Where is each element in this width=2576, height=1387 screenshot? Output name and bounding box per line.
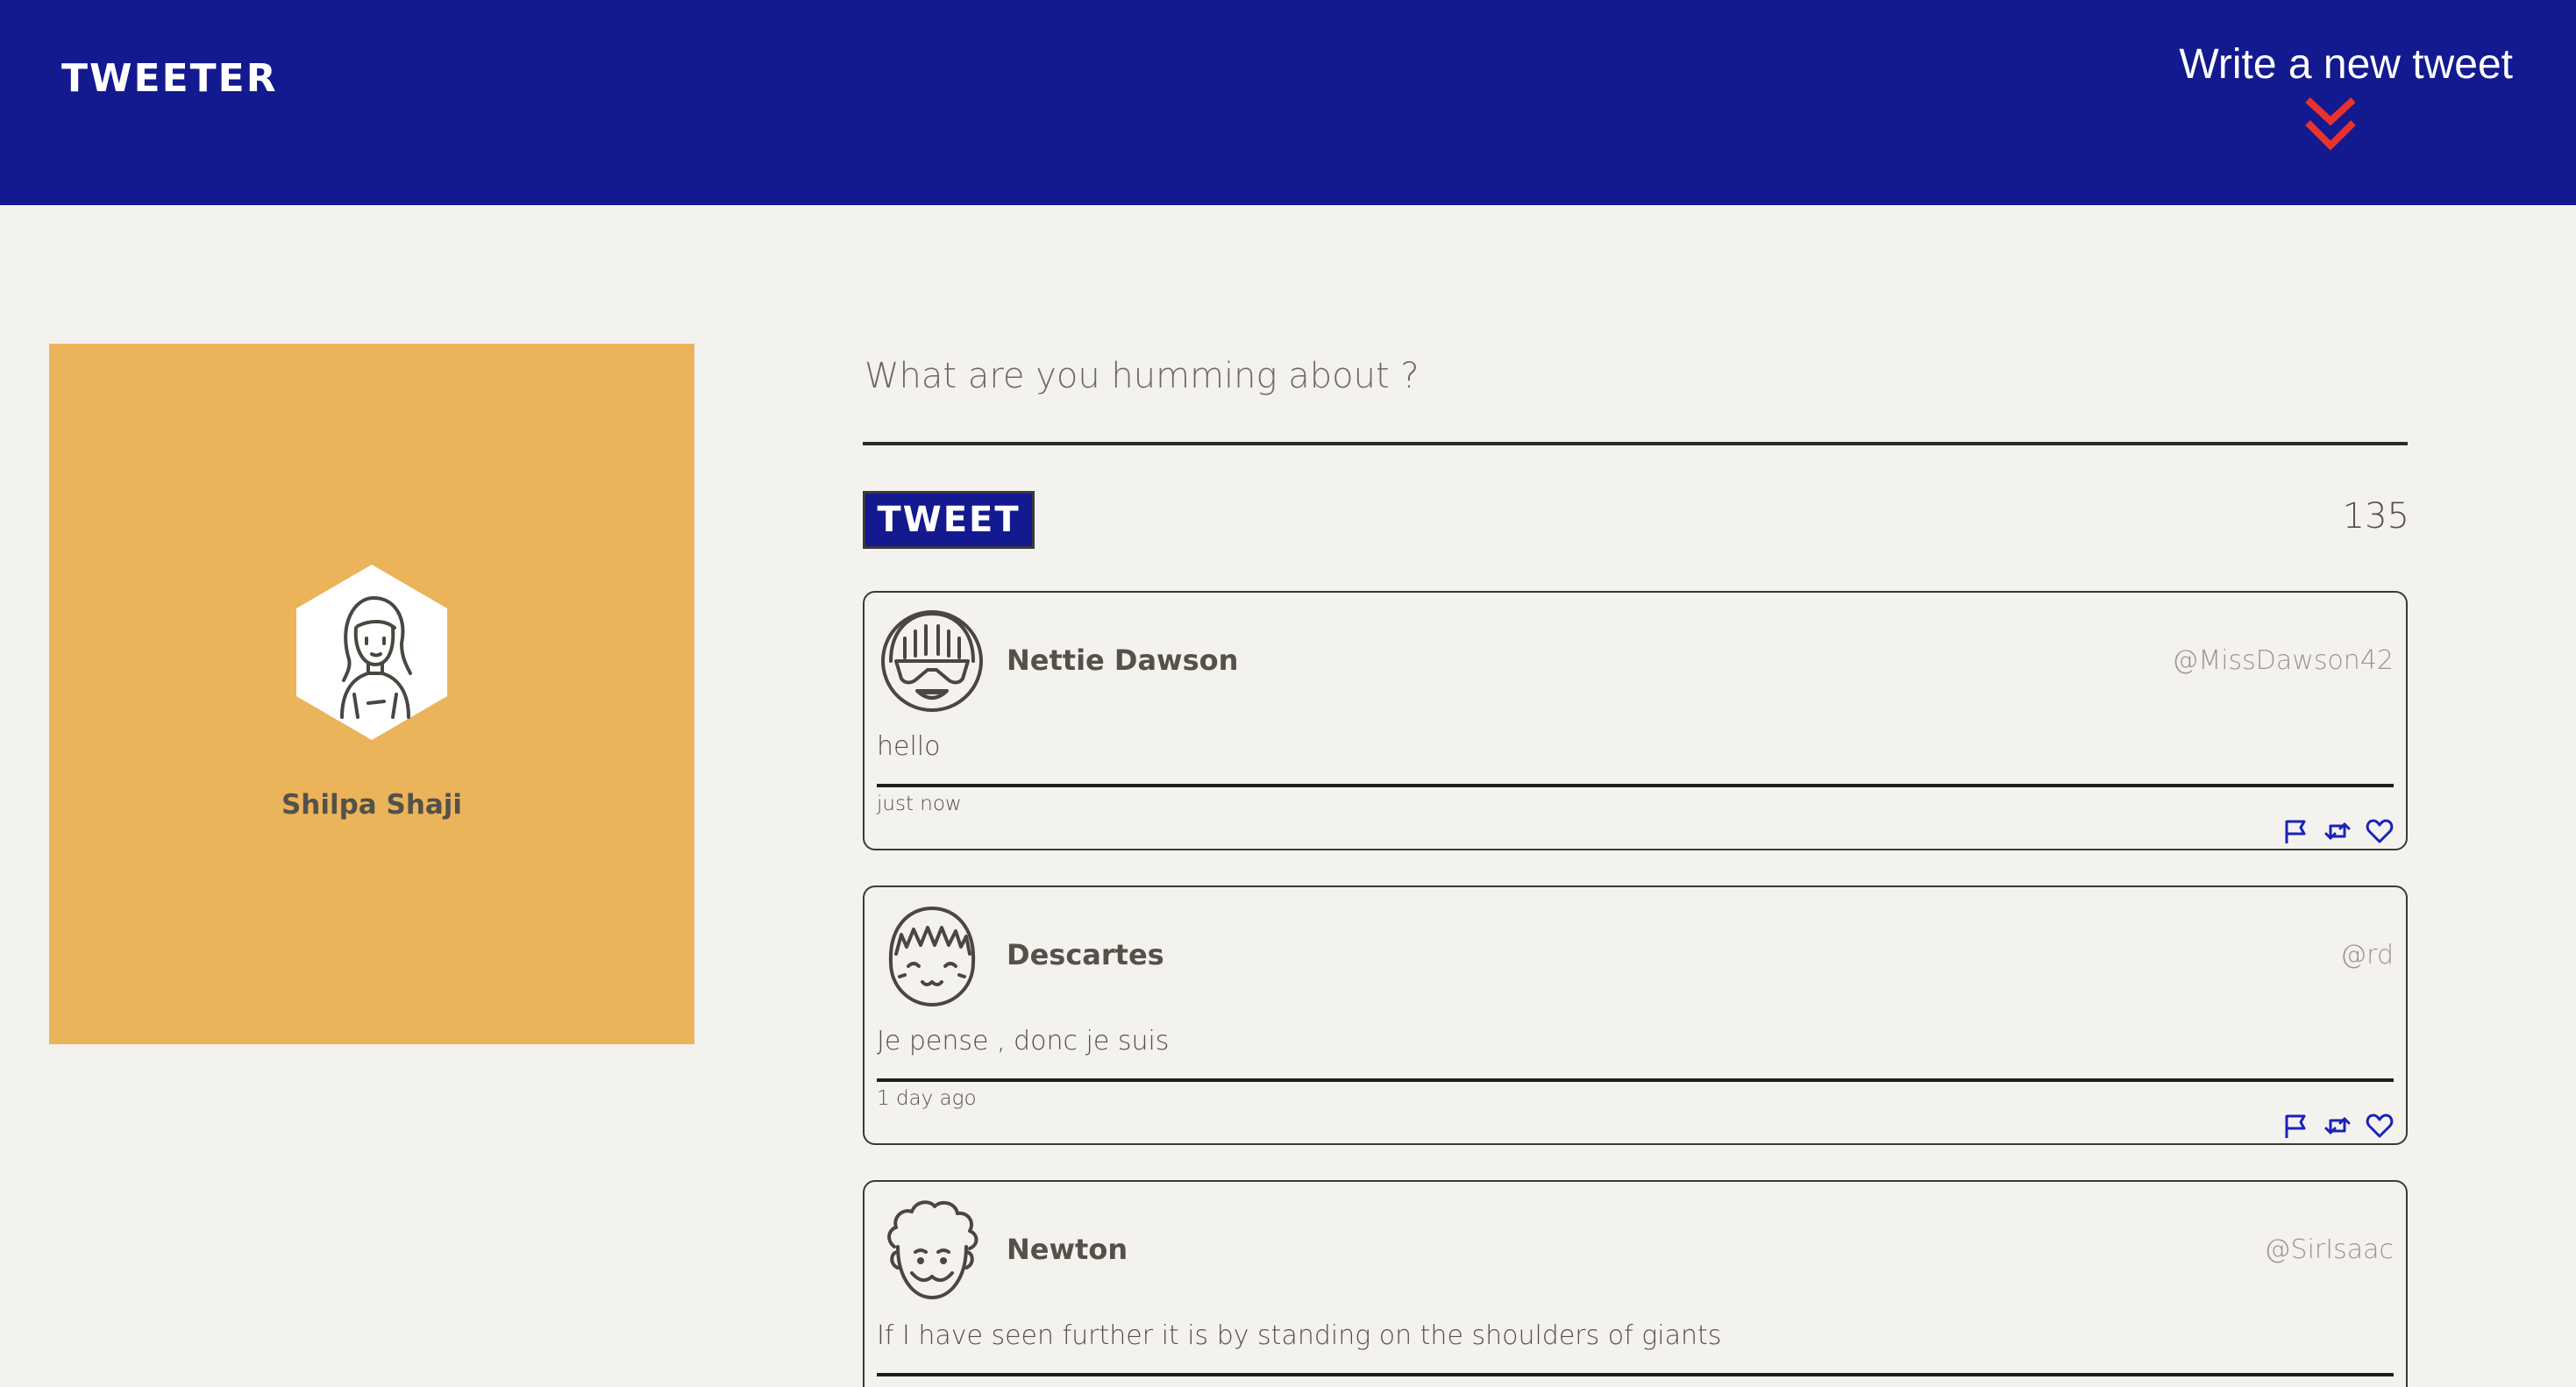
profile-name: Shilpa Shaji	[281, 789, 463, 821]
tweet-timestamp: 1 day ago	[877, 1087, 977, 1110]
tweet-author-name: Newton	[1007, 1233, 1128, 1266]
tweet-author-handle: @SirIsaac	[2264, 1234, 2394, 1265]
heart-icon[interactable]	[2366, 817, 2394, 845]
retweet-icon[interactable]	[2323, 817, 2352, 845]
page: TWEETER Write a new tweet Shilpa Shaji W…	[0, 0, 2576, 1387]
tweet-divider	[877, 1373, 2394, 1376]
double-chevron-down-icon[interactable]	[2304, 96, 2357, 154]
tweet-divider	[877, 1078, 2394, 1082]
heart-icon[interactable]	[2366, 1112, 2394, 1140]
profile-card: Shilpa Shaji	[49, 344, 694, 1044]
tweet-author-handle: @rd	[2340, 940, 2394, 971]
tweet-divider	[877, 784, 2394, 787]
tweet-text: Je pense , donc je suis	[877, 1026, 1170, 1056]
tweet-card: Nettie Dawson @MissDawson42 hello just n…	[863, 591, 2408, 850]
tweet-card: Descartes @rd Je pense , donc je suis 1 …	[863, 886, 2408, 1145]
tweet-submit-button[interactable]: TWEET	[863, 491, 1035, 549]
top-nav-bar: TWEETER Write a new tweet	[0, 0, 2576, 205]
brand-logo[interactable]: TWEETER	[61, 56, 278, 101]
tweet-text-input[interactable]	[863, 324, 2408, 445]
sunglasses-avatar-icon	[879, 605, 986, 717]
flag-icon[interactable]	[2281, 817, 2309, 845]
tweet-author-name: Nettie Dawson	[1007, 644, 1239, 677]
tweet-author-name: Descartes	[1007, 938, 1164, 971]
tweet-author-handle: @MissDawson42	[2172, 645, 2394, 676]
tweet-actions	[2281, 1112, 2394, 1140]
write-new-tweet-toggle[interactable]: Write a new tweet	[2145, 40, 2513, 163]
flag-icon[interactable]	[2281, 1112, 2309, 1140]
tweet-text: If I have seen further it is by standing…	[877, 1320, 1722, 1351]
write-new-tweet-label[interactable]: Write a new tweet	[2179, 40, 2513, 89]
retweet-icon[interactable]	[2323, 1112, 2352, 1140]
character-counter: 135	[2342, 496, 2409, 537]
tweet-card: Newton @SirIsaac If I have seen further …	[863, 1180, 2408, 1387]
smiling-face-avatar-icon	[879, 900, 986, 1012]
girl-avatar-icon	[296, 565, 447, 740]
tweet-text: hello	[877, 731, 941, 762]
profile-avatar	[293, 563, 451, 742]
tweet-actions	[2281, 817, 2394, 845]
tweet-timestamp: just now	[877, 793, 962, 815]
curly-hair-avatar-icon	[879, 1194, 986, 1306]
